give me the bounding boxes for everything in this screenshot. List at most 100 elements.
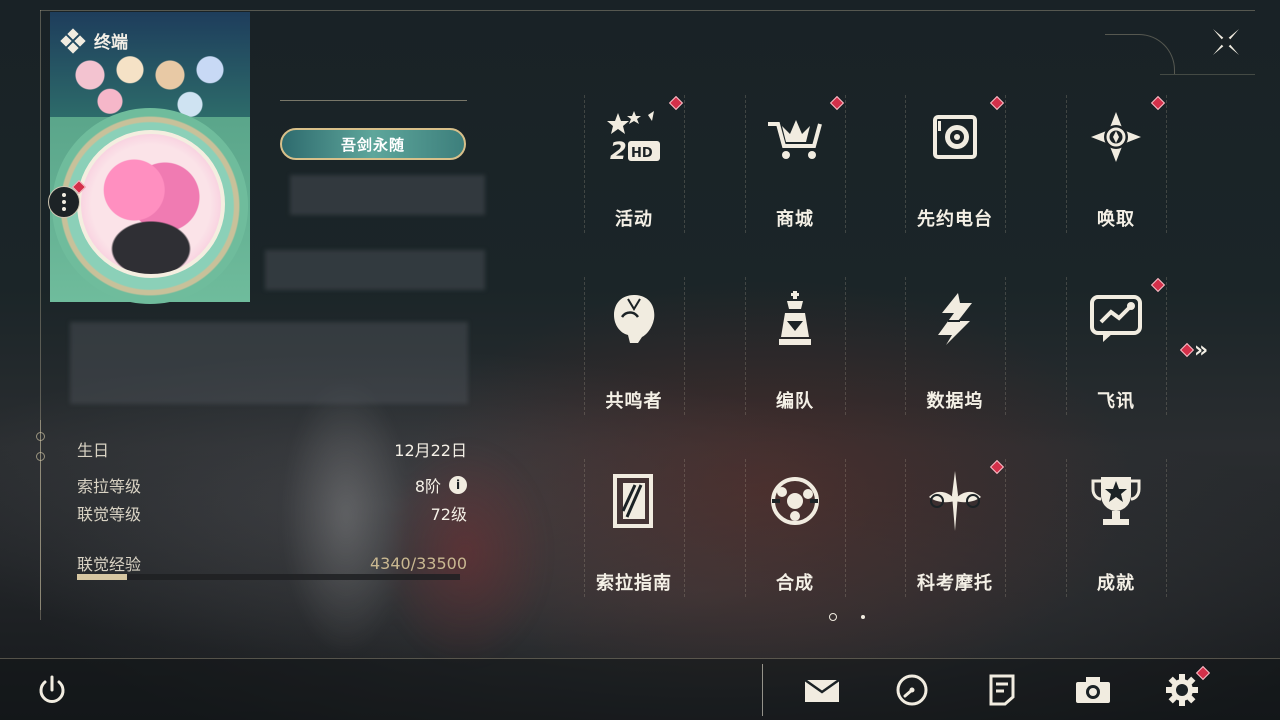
power-icon	[39, 675, 65, 703]
feature-label: 科考摩托	[917, 573, 993, 594]
feature-tile[interactable]: 成就	[1066, 459, 1167, 599]
feature-tile[interactable]: 先约电台	[905, 95, 1006, 235]
tile-edge	[745, 95, 746, 233]
diamond-cluster-icon	[60, 27, 86, 54]
profile-menu-button[interactable]	[48, 186, 80, 218]
page-indicator-active	[829, 613, 837, 621]
message-chat-icon	[1084, 287, 1148, 351]
more-dot	[62, 207, 66, 211]
tile-edge	[845, 277, 846, 415]
feature-tile[interactable]: 编队	[745, 277, 846, 417]
next-page-alert-dot	[1179, 342, 1195, 358]
tile-edge	[584, 95, 585, 233]
feature-label: 商城	[776, 209, 814, 230]
svg-text:2: 2	[610, 137, 627, 165]
tile-edge	[684, 95, 685, 233]
close-icon	[1213, 29, 1239, 55]
camera-button[interactable]	[1073, 672, 1113, 708]
feature-label: 飞讯	[1097, 391, 1135, 412]
feature-tile[interactable]: 2 HD 活动	[584, 95, 685, 235]
tile-edge	[745, 459, 746, 597]
power-button[interactable]	[32, 672, 72, 708]
guidebook-icon	[602, 469, 666, 533]
tile-edge	[684, 277, 685, 415]
tile-edge	[584, 459, 585, 597]
data-dock-icon	[923, 287, 987, 351]
union-level-label: 联觉等级	[77, 505, 142, 524]
page-title: 终端	[94, 33, 128, 53]
more-dot	[62, 193, 66, 197]
side-dot	[36, 432, 45, 441]
blurred-name	[290, 175, 485, 215]
feature-tile[interactable]: 科考摩托	[905, 459, 1006, 599]
team-chess-icon	[763, 287, 827, 351]
trophy-icon	[1084, 469, 1148, 533]
feature-tile[interactable]: 共鸣者	[584, 277, 685, 417]
birthday-value: 12月22日	[394, 441, 467, 460]
frame-corner	[1105, 34, 1175, 74]
mail-icon	[804, 678, 840, 702]
feature-tile[interactable]: 飞讯	[1066, 277, 1167, 417]
feature-label: 成就	[1097, 573, 1135, 594]
tile-edge	[845, 95, 846, 233]
sola-level-value: 8阶	[414, 477, 441, 496]
tile-edge	[1066, 459, 1067, 597]
bottom-divider	[762, 664, 763, 716]
feature-tile[interactable]: 合成	[745, 459, 846, 599]
union-exp-fill	[77, 574, 127, 580]
tile-edge	[905, 95, 906, 233]
blurred-signature	[70, 322, 468, 404]
info-icon[interactable]: i	[449, 476, 467, 494]
feature-alert-dot	[989, 459, 1005, 475]
resonator-portrait-icon	[602, 287, 666, 351]
clock-icon	[896, 674, 928, 706]
title-divider	[280, 100, 467, 101]
feature-label: 数据坞	[926, 391, 984, 412]
more-dot	[62, 200, 66, 204]
page-indicator[interactable]	[861, 615, 865, 619]
notice-button[interactable]	[982, 672, 1022, 708]
feature-tile[interactable]: 索拉指南	[584, 459, 685, 599]
frame-top-line	[40, 10, 1255, 11]
feature-tile[interactable]: 商城	[745, 95, 846, 235]
notice-icon	[989, 674, 1015, 706]
next-page-arrow-icon[interactable]: »	[1194, 338, 1208, 363]
sola-level-row: 索拉等级 8阶 i	[77, 473, 467, 497]
title-badge[interactable]: 吾剑永随	[280, 128, 466, 160]
event-2hd-icon: 2 HD	[602, 105, 666, 169]
feature-alert-dot	[1150, 95, 1166, 111]
radio-icon	[923, 105, 987, 169]
camera-icon	[1076, 677, 1110, 703]
feature-tile[interactable]: 数据坞	[905, 277, 1006, 417]
union-exp-label: 联觉经验	[77, 555, 142, 574]
side-dot	[36, 452, 45, 461]
tile-edge	[1005, 459, 1006, 597]
union-exp-value: 4340/33500	[369, 553, 467, 573]
sola-level-value-group: 8阶 i	[415, 473, 467, 497]
convene-compass-icon	[1084, 105, 1148, 169]
tile-edge	[684, 459, 685, 597]
birthday-row: 生日 12月22日	[77, 437, 467, 461]
tile-edge	[1005, 277, 1006, 415]
feature-label: 编队	[776, 391, 814, 412]
settings-gear-icon	[1166, 674, 1198, 706]
avatar[interactable]	[77, 130, 225, 278]
close-button[interactable]	[1206, 22, 1246, 62]
tile-edge	[745, 277, 746, 415]
settings-button[interactable]	[1162, 672, 1202, 708]
shop-cart-icon	[763, 105, 827, 169]
feature-label: 先约电台	[917, 209, 993, 230]
motorbike-icon	[923, 469, 987, 533]
feature-alert-dot	[829, 95, 845, 111]
clock-button[interactable]	[892, 672, 932, 708]
side-decoration	[40, 420, 41, 610]
union-level-row: 联觉等级 72级	[77, 501, 467, 525]
feature-tile[interactable]: 唤取	[1066, 95, 1167, 235]
feature-label: 索拉指南	[596, 573, 672, 594]
mail-button[interactable]	[802, 672, 842, 708]
feature-alert-dot	[989, 95, 1005, 111]
feature-label: 合成	[776, 573, 814, 594]
tile-edge	[1066, 95, 1067, 233]
feature-label: 活动	[615, 209, 653, 230]
tile-edge	[1066, 277, 1067, 415]
